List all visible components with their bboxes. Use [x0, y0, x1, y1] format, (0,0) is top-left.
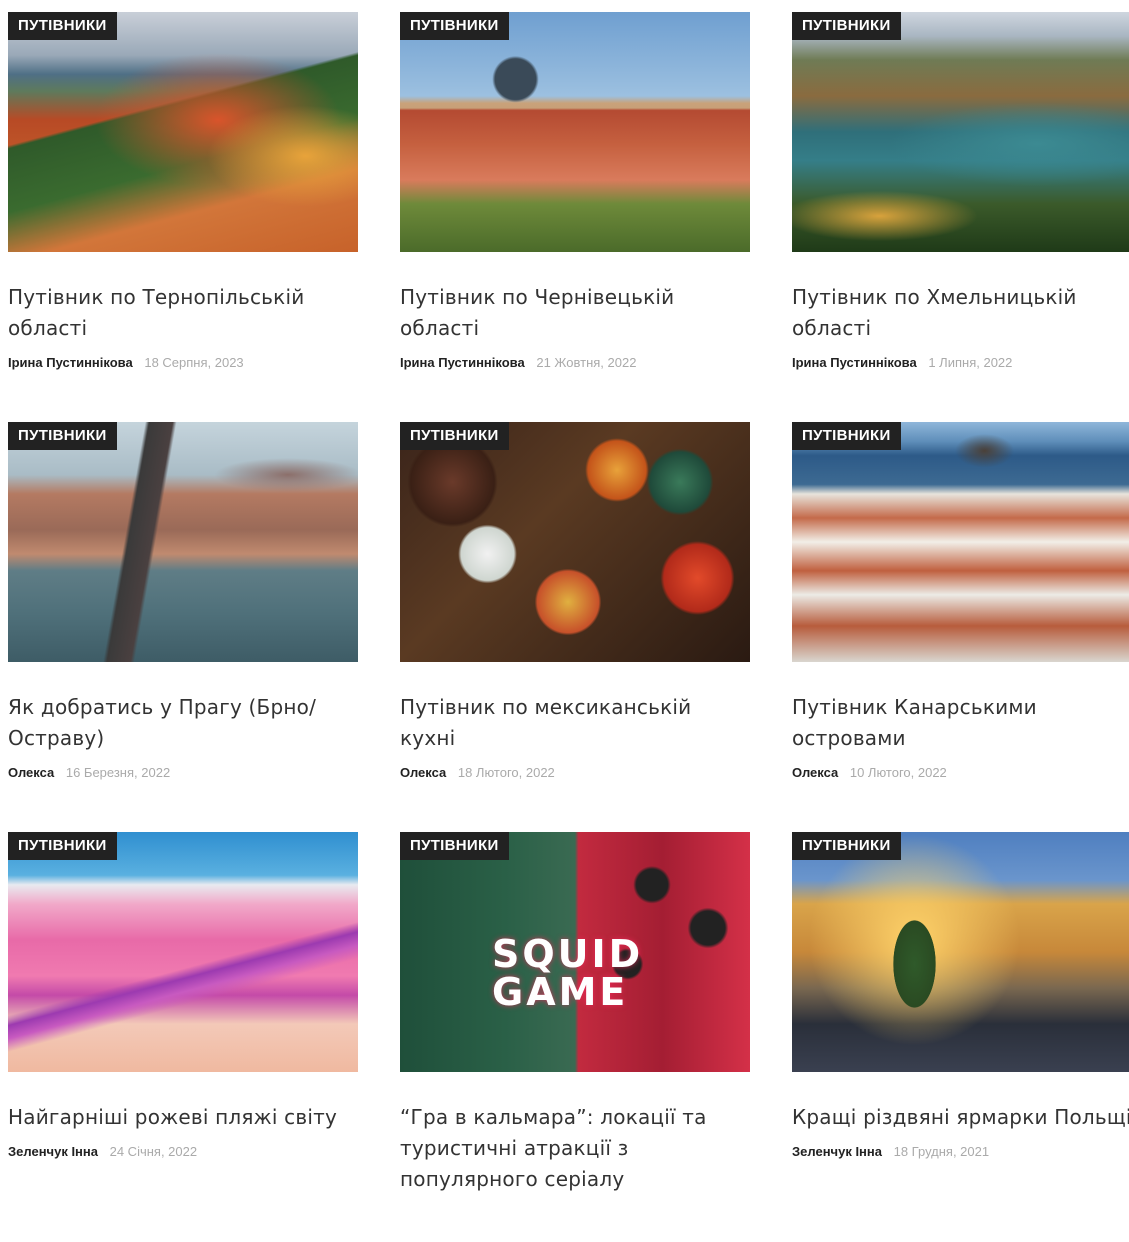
article-date: 10 Лютого, 2022 — [849, 765, 947, 780]
article-thumbnail[interactable]: ПУТІВНИКИ — [8, 422, 358, 662]
article-meta: Олекса 18 Лютого, 2022 — [400, 764, 750, 782]
article-meta: Зеленчук Інна 24 Січня, 2022 — [8, 1143, 358, 1161]
article-title[interactable]: Як добратись у Прагу (Брно/Остраву) — [8, 692, 358, 754]
article-card-poland-markets[interactable]: ПУТІВНИКИ Кращі різдвяні ярмарки Польщі … — [792, 832, 1129, 1242]
squid-game-poster: SQUID GAME — [400, 832, 750, 1072]
category-badge[interactable]: ПУТІВНИКИ — [400, 12, 509, 40]
canary-islands-photo — [792, 422, 1129, 662]
category-badge[interactable]: ПУТІВНИКИ — [8, 12, 117, 40]
article-thumbnail[interactable]: ПУТІВНИКИ — [792, 832, 1129, 1072]
article-title[interactable]: Путівник по Тернопільській області — [8, 282, 358, 344]
category-badge[interactable]: ПУТІВНИКИ — [792, 12, 901, 40]
article-date: 18 Грудня, 2021 — [893, 1144, 990, 1159]
category-badge[interactable]: ПУТІВНИКИ — [792, 832, 901, 860]
article-title[interactable]: Путівник Канарськими островами — [792, 692, 1129, 754]
article-meta: Ірина Пустиннікова 18 Серпня, 2023 — [8, 354, 358, 372]
article-title[interactable]: Найгарніші рожеві пляжі світу — [8, 1102, 358, 1133]
article-card-khmelnytskyi[interactable]: ПУТІВНИКИ Путівник по Хмельницькій облас… — [792, 12, 1129, 422]
category-badge[interactable]: ПУТІВНИКИ — [792, 422, 901, 450]
article-thumbnail[interactable]: ПУТІВНИКИ — [792, 422, 1129, 662]
article-author[interactable]: Зеленчук Інна — [8, 1144, 98, 1159]
article-thumbnail[interactable]: ПУТІВНИКИ — [400, 12, 750, 252]
article-author[interactable]: Ірина Пустиннікова — [400, 355, 525, 370]
pink-beach-photo — [8, 832, 358, 1072]
article-date: 24 Січня, 2022 — [109, 1144, 198, 1159]
article-thumbnail[interactable]: ПУТІВНИКИ — [400, 422, 750, 662]
articles-grid: ПУТІВНИКИ Путівник по Тернопільській обл… — [8, 12, 1129, 1242]
article-title[interactable]: Кращі різдвяні ярмарки Польщі — [792, 1102, 1129, 1133]
mexican-food-photo — [400, 422, 750, 662]
category-badge[interactable]: ПУТІВНИКИ — [8, 832, 117, 860]
article-thumbnail[interactable]: ПУТІВНИКИ — [8, 12, 358, 252]
article-card-pink-beaches[interactable]: ПУТІВНИКИ Найгарніші рожеві пляжі світу … — [8, 832, 358, 1242]
article-card-canary-islands[interactable]: ПУТІВНИКИ Путівник Канарськими островами… — [792, 422, 1129, 832]
article-meta: Ірина Пустиннікова 1 Липня, 2022 — [792, 354, 1129, 372]
ternopil-photo — [8, 12, 358, 252]
category-badge[interactable]: ПУТІВНИКИ — [400, 832, 509, 860]
article-author[interactable]: Олекса — [792, 765, 838, 780]
category-badge[interactable]: ПУТІВНИКИ — [8, 422, 117, 450]
article-meta: Олекса 10 Лютого, 2022 — [792, 764, 1129, 782]
article-title[interactable]: “Гра в кальмара”: локації та туристичні … — [400, 1102, 750, 1195]
article-card-chernivtsi[interactable]: ПУТІВНИКИ Путівник по Чернівецькій облас… — [400, 12, 750, 422]
article-author[interactable]: Ірина Пустиннікова — [792, 355, 917, 370]
article-card-mexican-food[interactable]: ПУТІВНИКИ Путівник по мексиканській кухн… — [400, 422, 750, 832]
article-thumbnail[interactable]: SQUID GAME ПУТІВНИКИ — [400, 832, 750, 1072]
article-date: 1 Липня, 2022 — [928, 355, 1013, 370]
article-author[interactable]: Зеленчук Інна — [792, 1144, 882, 1159]
article-card-ternopil[interactable]: ПУТІВНИКИ Путівник по Тернопільській обл… — [8, 12, 358, 422]
squid-game-logo: SQUID GAME — [492, 932, 644, 1014]
article-date: 18 Лютого, 2022 — [457, 765, 555, 780]
category-badge[interactable]: ПУТІВНИКИ — [400, 422, 509, 450]
prague-photo — [8, 422, 358, 662]
article-date: 18 Серпня, 2023 — [144, 355, 244, 370]
article-title[interactable]: Путівник по Чернівецькій області — [400, 282, 750, 344]
article-meta: Олекса 16 Березня, 2022 — [8, 764, 358, 782]
article-card-prague[interactable]: ПУТІВНИКИ Як добратись у Прагу (Брно/Ост… — [8, 422, 358, 832]
article-author[interactable]: Олекса — [8, 765, 54, 780]
poland-market-photo — [792, 832, 1129, 1072]
khmelnytskyi-photo — [792, 12, 1129, 252]
article-date: 21 Жовтня, 2022 — [536, 355, 637, 370]
article-card-squid-game[interactable]: SQUID GAME ПУТІВНИКИ “Гра в кальмара”: л… — [400, 832, 750, 1242]
article-author[interactable]: Олекса — [400, 765, 446, 780]
article-title[interactable]: Путівник по мексиканській кухні — [400, 692, 750, 754]
article-title[interactable]: Путівник по Хмельницькій області — [792, 282, 1129, 344]
article-thumbnail[interactable]: ПУТІВНИКИ — [8, 832, 358, 1072]
article-meta: Ірина Пустиннікова 21 Жовтня, 2022 — [400, 354, 750, 372]
article-author[interactable]: Ірина Пустиннікова — [8, 355, 133, 370]
chernivtsi-photo — [400, 12, 750, 252]
article-thumbnail[interactable]: ПУТІВНИКИ — [792, 12, 1129, 252]
article-meta: Зеленчук Інна 18 Грудня, 2021 — [792, 1143, 1129, 1161]
article-date: 16 Березня, 2022 — [65, 765, 171, 780]
